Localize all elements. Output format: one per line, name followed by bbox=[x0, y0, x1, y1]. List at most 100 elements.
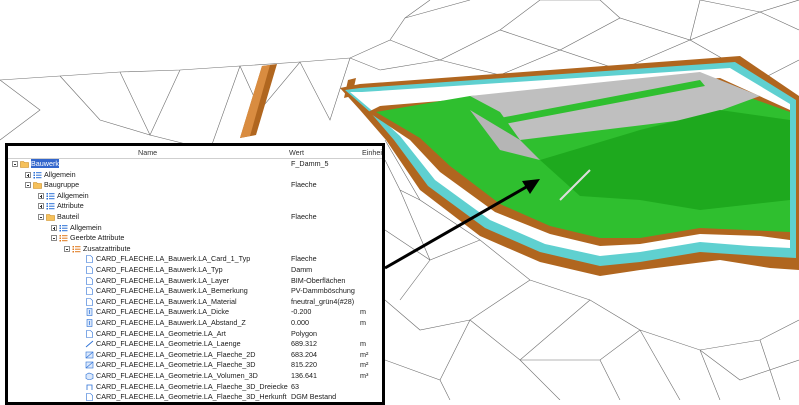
tree-row-label: Attribute bbox=[57, 201, 84, 211]
tree-row[interactable]: CARD_FLAECHE.LA_Bauwerk.LA_Card_1_Typ Fla… bbox=[8, 254, 382, 265]
tree-row-value: -0.200 bbox=[291, 307, 312, 317]
tree-row[interactable]: CARD_FLAECHE.LA_Geometrie.LA_Flaeche_2D 6… bbox=[8, 350, 382, 361]
tree-row-unit: m² bbox=[360, 349, 369, 359]
tree-row-value: BIM-Oberflächen bbox=[291, 275, 346, 285]
tree-row[interactable]: CARD_FLAECHE.LA_Geometrie.LA_Art Polygon bbox=[8, 329, 382, 340]
tree-row[interactable]: CARD_FLAECHE.LA_Geometrie.LA_Flaeche_3D_… bbox=[8, 392, 382, 402]
area-icon bbox=[85, 361, 94, 369]
folder-icon bbox=[20, 160, 29, 168]
tree-row[interactable]: CARD_FLAECHE.LA_Bauwerk.LA_Typ Damm bbox=[8, 265, 382, 276]
volume-icon bbox=[85, 372, 94, 381]
tree-row[interactable]: Zusatzattribute bbox=[8, 244, 382, 255]
expand-icon[interactable] bbox=[38, 203, 44, 210]
tree-row-value: 136.641 bbox=[291, 371, 317, 380]
doc-icon bbox=[85, 329, 94, 338]
tree-row[interactable]: Allgemein bbox=[8, 191, 382, 202]
tree-row-value: Damm bbox=[291, 265, 313, 274]
tree-row[interactable]: CARD_FLAECHE.LA_Geometrie.LA_Flaeche_3D_… bbox=[8, 382, 382, 393]
thickness-icon bbox=[85, 308, 94, 317]
doc-icon bbox=[85, 266, 94, 274]
thickness-icon bbox=[85, 319, 94, 327]
tree-row-value: 689.312 bbox=[291, 339, 317, 349]
tree-row-label: CARD_FLAECHE.LA_Bauwerk.LA_Card_1_Typ bbox=[96, 254, 251, 264]
tree-row-value: 63 bbox=[291, 381, 299, 391]
tree-row-value: Flaeche bbox=[291, 254, 317, 264]
column-unit[interactable]: Einheit bbox=[362, 148, 382, 157]
tree-row-label: CARD_FLAECHE.LA_Geometrie.LA_Art bbox=[96, 328, 226, 338]
doc-icon bbox=[85, 287, 94, 295]
tree-row[interactable]: Baugruppe Flaeche bbox=[8, 180, 382, 191]
tree-row[interactable]: Attribute bbox=[8, 201, 382, 212]
list-orange-icon bbox=[59, 234, 68, 242]
column-value[interactable]: Wert bbox=[289, 148, 304, 157]
tree-row[interactable]: Geerbte Attribute bbox=[8, 233, 382, 244]
expand-icon[interactable] bbox=[51, 224, 57, 231]
tree-row-value: DGM Bestand bbox=[291, 392, 337, 402]
tree-row-value: 815.220 bbox=[291, 360, 317, 370]
tree-row[interactable]: CARD_FLAECHE.LA_Bauwerk.LA_Material fneut… bbox=[8, 297, 382, 308]
column-header: Name Wert Einheit bbox=[8, 146, 382, 159]
tree-row[interactable]: Allgemein bbox=[8, 223, 382, 234]
tree-row-unit: m bbox=[360, 307, 366, 317]
list-orange-icon bbox=[72, 245, 81, 253]
attribute-panel[interactable]: Name Wert Einheit Bauwerk F_Damm_5 Allgeme… bbox=[5, 143, 385, 405]
tree-row-label: Bauwerk bbox=[31, 159, 59, 168]
tree-row[interactable]: CARD_FLAECHE.LA_Bauwerk.LA_Abstand_Z 0.00… bbox=[8, 318, 382, 329]
tree-row[interactable]: CARD_FLAECHE.LA_Geometrie.LA_Flaeche_3D 8… bbox=[8, 360, 382, 371]
tree-row[interactable]: Bauteil Flaeche bbox=[8, 212, 382, 223]
tree-row-label: Geerbte Attribute bbox=[70, 233, 125, 243]
tree-row-label: Allgemein bbox=[57, 190, 89, 200]
doc-icon bbox=[85, 297, 94, 306]
tree-row-value: 0.000 bbox=[291, 318, 309, 327]
count-icon bbox=[85, 383, 94, 391]
tree-row-label: Baugruppe bbox=[44, 180, 80, 190]
tree-row-label: CARD_FLAECHE.LA_Geometrie.LA_Flaeche_2D bbox=[96, 349, 256, 359]
tree-row[interactable]: Allgemein bbox=[8, 170, 382, 181]
list-icon bbox=[33, 171, 42, 179]
expand-icon[interactable] bbox=[38, 192, 44, 199]
length-icon bbox=[85, 340, 94, 348]
tree-row-label: CARD_FLAECHE.LA_Geometrie.LA_Flaeche_3D bbox=[96, 360, 256, 370]
collapse-icon[interactable] bbox=[64, 245, 70, 252]
tree-row-label: Allgemein bbox=[44, 169, 76, 179]
list-icon bbox=[59, 224, 68, 232]
folder-icon bbox=[33, 181, 42, 189]
tree-row-value: Polygon bbox=[291, 328, 317, 338]
tree-row-label: CARD_FLAECHE.LA_Bauwerk.LA_Dicke bbox=[96, 307, 230, 317]
tree-row[interactable]: CARD_FLAECHE.LA_Geometrie.LA_Volumen_3D 1… bbox=[8, 371, 382, 382]
tree-row-label: CARD_FLAECHE.LA_Geometrie.LA_Flaeche_3D_… bbox=[96, 381, 288, 391]
tree-row-unit: m² bbox=[360, 360, 369, 370]
tree-row-label: CARD_FLAECHE.LA_Bauwerk.LA_Typ bbox=[96, 265, 223, 274]
tree-row-unit: m bbox=[360, 339, 366, 349]
column-name[interactable]: Name bbox=[138, 148, 157, 157]
tree-row[interactable]: Bauwerk F_Damm_5 bbox=[8, 159, 382, 170]
collapse-icon[interactable] bbox=[51, 235, 57, 242]
list-icon bbox=[46, 192, 55, 200]
tree-row-label: CARD_FLAECHE.LA_Bauwerk.LA_Material bbox=[96, 296, 237, 306]
tree-row-value: 683.204 bbox=[291, 349, 317, 359]
tree-row[interactable]: CARD_FLAECHE.LA_Bauwerk.LA_Dicke -0.200 m bbox=[8, 307, 382, 318]
tree-row[interactable]: CARD_FLAECHE.LA_Bauwerk.LA_Bemerkung PV-D… bbox=[8, 286, 382, 297]
expand-icon[interactable] bbox=[25, 171, 31, 178]
area-icon bbox=[85, 351, 94, 359]
tree-row-value: Flaeche bbox=[291, 212, 317, 221]
tree-row-label: Zusatzattribute bbox=[83, 243, 131, 253]
folder-icon bbox=[46, 213, 55, 221]
doc-icon bbox=[85, 255, 94, 264]
collapse-icon[interactable] bbox=[25, 182, 31, 189]
tree-row[interactable]: CARD_FLAECHE.LA_Bauwerk.LA_Layer BIM-Ober… bbox=[8, 276, 382, 287]
tree-row-label: CARD_FLAECHE.LA_Bauwerk.LA_Abstand_Z bbox=[96, 318, 246, 327]
tree-row-label: CARD_FLAECHE.LA_Bauwerk.LA_Layer bbox=[96, 275, 230, 285]
tree-row-unit: m bbox=[360, 318, 366, 327]
tree-row-unit: m³ bbox=[360, 371, 369, 380]
tree-row-label: CARD_FLAECHE.LA_Geometrie.LA_Volumen_3D bbox=[96, 371, 258, 380]
collapse-icon[interactable] bbox=[12, 161, 18, 167]
tree-row-label: Bauteil bbox=[57, 212, 79, 221]
collapse-icon[interactable] bbox=[38, 214, 44, 220]
tree-row[interactable]: CARD_FLAECHE.LA_Geometrie.LA_Laenge 689.3… bbox=[8, 339, 382, 350]
doc-icon bbox=[85, 276, 94, 285]
tree-row-label: CARD_FLAECHE.LA_Geometrie.LA_Laenge bbox=[96, 339, 241, 349]
tree-row-value: fneutral_grün4(#28) bbox=[291, 296, 355, 306]
tree-row-value: PV-Dammböschung bbox=[291, 286, 355, 296]
tree-row-value: Flaeche bbox=[291, 180, 317, 190]
